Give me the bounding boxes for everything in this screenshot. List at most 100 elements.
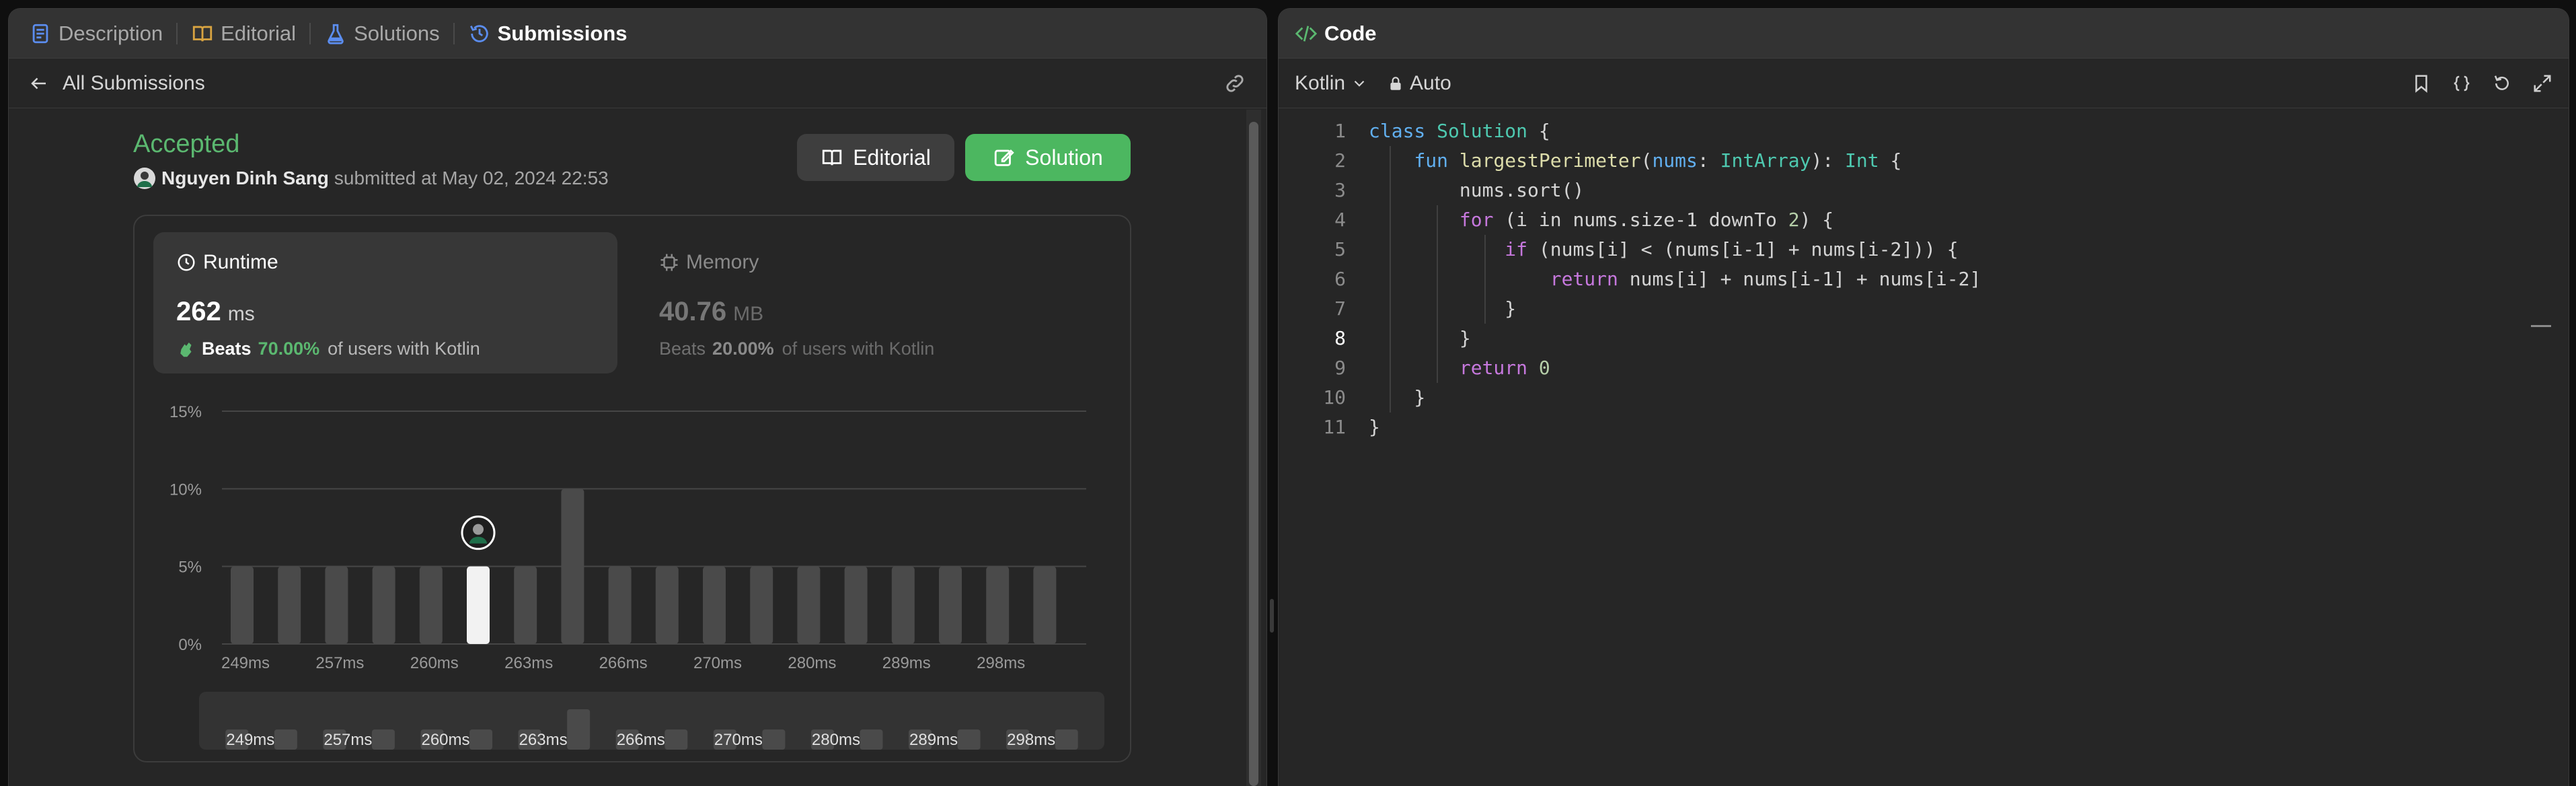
panel-splitter[interactable] [1270, 599, 1274, 633]
chart-bar [844, 566, 868, 644]
y-tick-label: 0% [178, 636, 202, 654]
chart-bar [372, 566, 395, 644]
vertical-scrollbar[interactable] [1246, 110, 1261, 786]
chart-bar [655, 566, 679, 644]
chart-bar [939, 566, 962, 644]
overview-label: 280ms [812, 731, 860, 749]
submission-meta: Nguyen Dinh Sang submitted at May 02, 20… [133, 167, 609, 190]
chart-bar [514, 566, 537, 644]
editorial-button[interactable]: Editorial [797, 134, 954, 181]
tab-submissions-label: Submissions [497, 21, 628, 45]
overview-label: 266ms [617, 731, 665, 749]
code-line: 11} [1279, 413, 1380, 442]
chart-bar [608, 566, 632, 644]
language-select[interactable]: Kotlin [1295, 72, 1345, 95]
chart-bar [891, 566, 915, 644]
line-number: 1 [1334, 120, 1346, 142]
minimap-marker [2531, 325, 2551, 327]
expand-icon[interactable] [2532, 73, 2552, 94]
tab-solutions-label: Solutions [354, 21, 440, 45]
line-number: 4 [1334, 209, 1346, 231]
overview-label: 263ms [519, 731, 568, 749]
overview-bar [762, 729, 786, 750]
avatar-head [473, 524, 484, 535]
chart-bar [231, 566, 254, 644]
overview-bar [371, 729, 395, 750]
scrollbar-thumb[interactable] [1249, 122, 1258, 786]
overview-bar [665, 729, 688, 750]
y-tick-label: 5% [178, 559, 202, 577]
submission-status: Accepted [133, 130, 240, 158]
history-icon [469, 24, 488, 42]
code-line: 1 class Solution { [1279, 116, 1550, 146]
x-tick-label: 280ms [788, 654, 836, 672]
chart-bar [703, 566, 726, 644]
submitted-time: submitted at May 02, 2024 22:53 [334, 168, 609, 188]
tab-divider [309, 22, 311, 44]
overview-bar [860, 729, 883, 750]
code-line: 3 nums.sort() [1279, 176, 1584, 205]
mode-label[interactable]: Auto [1410, 72, 1451, 95]
code-tab-bar: Code [1279, 9, 2569, 59]
code-panel: Code Kotlin Auto 1 class Solution { 2 fun… [1278, 8, 2569, 786]
y-tick-label: 10% [169, 480, 202, 499]
overview-bar [957, 729, 981, 750]
tab-description[interactable]: Description [29, 22, 163, 46]
code-editor[interactable]: 1 class Solution { 2 fun largestPerimeter… [1279, 116, 2569, 786]
overview-bar [469, 729, 493, 750]
line-number: 8 [1334, 327, 1346, 349]
avatar[interactable] [133, 167, 156, 190]
tab-editorial[interactable]: Editorial [191, 22, 296, 46]
flask-icon [328, 24, 344, 44]
overview-bar [1055, 729, 1078, 750]
chevron-down-icon[interactable] [1351, 75, 1368, 92]
all-submissions-link[interactable]: All Submissions [63, 72, 205, 95]
tab-editorial-label: Editorial [221, 21, 297, 45]
chart-bar [419, 566, 443, 644]
submission-subbar: All Submissions [9, 59, 1266, 108]
overview-bar [567, 709, 591, 750]
chart-bar [278, 566, 301, 644]
bookmark-icon[interactable] [2411, 73, 2431, 94]
edit-icon [995, 149, 1014, 166]
line-number: 3 [1334, 179, 1346, 201]
overview-label: 257ms [324, 731, 372, 749]
code-line: 7 } [1279, 294, 1516, 324]
submitter-name[interactable]: Nguyen Dinh Sang [161, 168, 329, 189]
overview-label: 298ms [1007, 731, 1055, 749]
chart-bar [325, 566, 348, 644]
line-number: 11 [1323, 416, 1346, 438]
line-number: 10 [1323, 386, 1346, 408]
chart-bar [561, 489, 584, 644]
reset-icon[interactable] [2492, 73, 2512, 94]
solution-button[interactable]: Solution [965, 134, 1131, 181]
chart-bar [1033, 566, 1057, 644]
x-tick-label: 249ms [221, 654, 270, 672]
performance-card: Runtime 262 ms Beats 70.00% of users with… [133, 215, 1131, 762]
tab-code[interactable]: Code [1295, 22, 1377, 46]
code-line: 9 return 0 [1279, 353, 1550, 383]
y-tick-label: 15% [169, 403, 202, 421]
runtime-distribution-chart: 15% 10% 5% 0% 249ms 257ms 260ms 263ms 266ms 270ms… [169, 403, 1104, 750]
line-number: 2 [1334, 149, 1346, 172]
line-number: 9 [1334, 357, 1346, 379]
submissions-panel: Description Editorial Solutions Submissi… [8, 8, 1267, 786]
code-line: 6 return nums[i] + nums[i-1] + nums[i-2] [1279, 264, 1981, 294]
arrow-left-icon[interactable] [29, 73, 49, 94]
line-number: 7 [1334, 297, 1346, 320]
line-number: 5 [1334, 238, 1346, 260]
editorial-button-label: Editorial [853, 145, 931, 170]
tab-code-label: Code [1324, 21, 1377, 45]
link-icon[interactable] [1223, 72, 1246, 95]
overview-bar [274, 729, 297, 750]
line-number: 6 [1334, 268, 1346, 290]
x-tick-label: 270ms [693, 654, 742, 672]
code-line: 5 if (nums[i] < (nums[i-1] + nums[i-2]))… [1279, 235, 1958, 264]
tab-solutions[interactable]: Solutions [324, 22, 440, 46]
overview-label: 249ms [226, 731, 274, 749]
tab-divider [176, 22, 178, 44]
tab-submissions[interactable]: Submissions [468, 22, 628, 46]
overview-label: 289ms [909, 731, 958, 749]
braces-icon[interactable] [2452, 73, 2472, 94]
left-tab-bar: Description Editorial Solutions Submissi… [9, 9, 1266, 59]
